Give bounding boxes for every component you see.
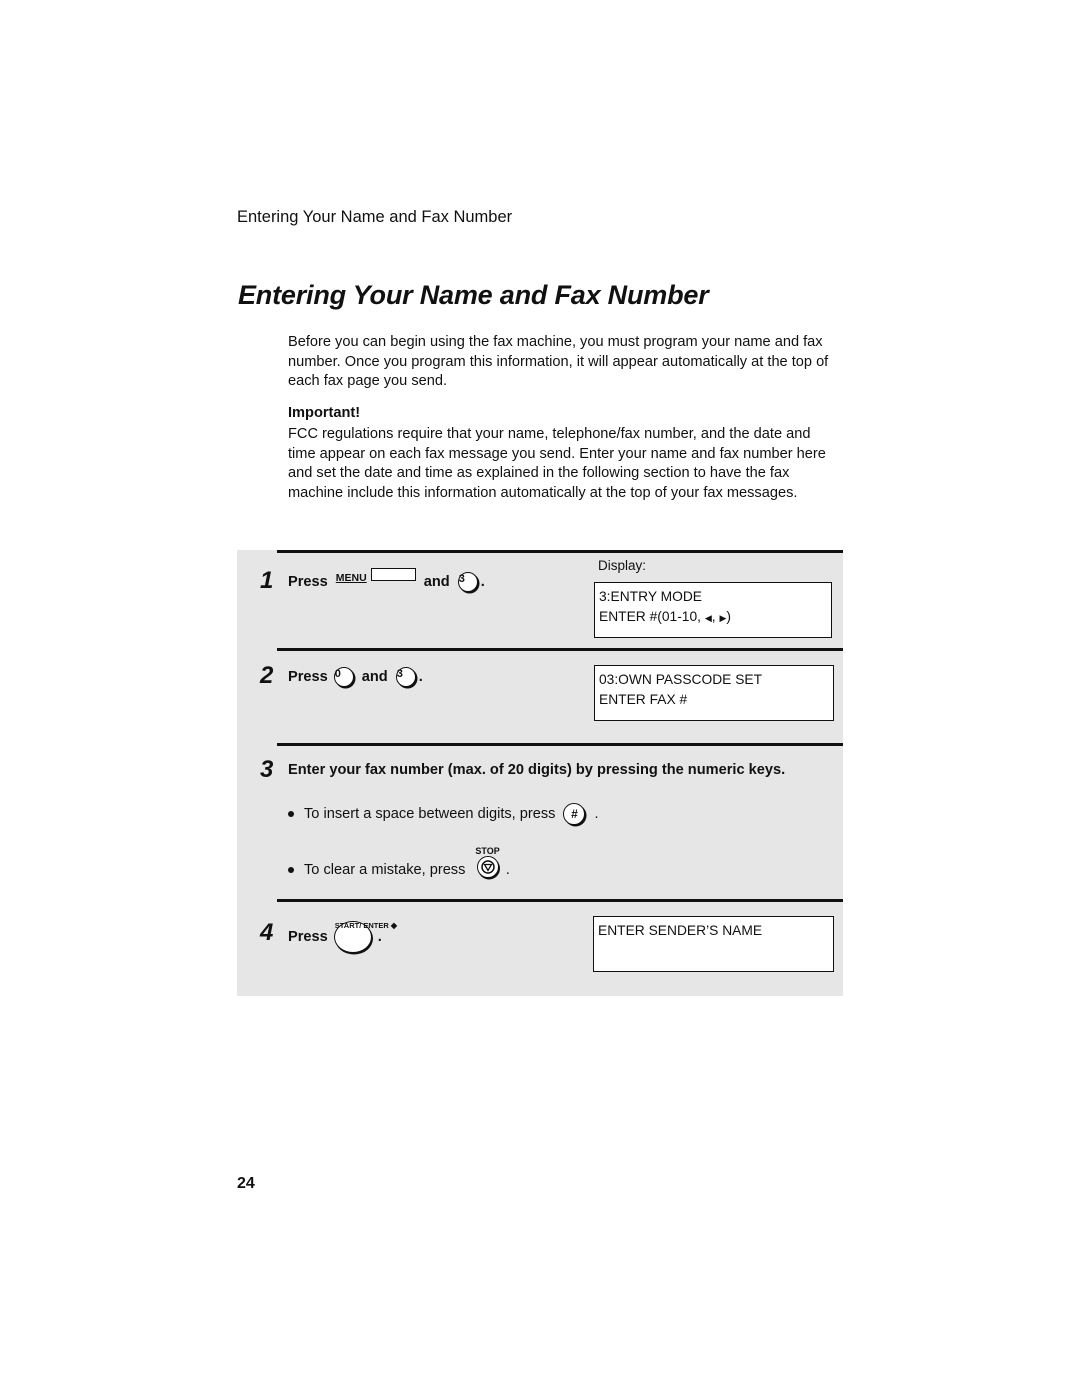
step-text: Press	[288, 669, 328, 685]
step-number: 1	[260, 567, 274, 594]
bullet-clear-mistake: To clear a mistake, press STOP .	[288, 846, 510, 886]
lcd-display-step-4: ENTER SENDER’S NAME	[593, 916, 834, 972]
stop-key-icon: STOP	[475, 846, 500, 878]
bullet-text: To insert a space between digits, press	[304, 806, 556, 822]
hash-key-icon: #	[563, 803, 586, 825]
steps-panel: 1 Press MENU and 3 . Display: 3:ENTRY MO…	[237, 550, 843, 996]
stop-key-label: STOP	[475, 846, 500, 856]
lcd-display-step-2: 03:OWN PASSCODE SET ENTER FAX #	[594, 665, 834, 721]
step-text: and	[361, 669, 388, 685]
stop-key-body	[476, 856, 499, 878]
lcd-line: 03:OWN PASSCODE SET	[599, 672, 763, 687]
lcd-text: )	[726, 609, 731, 624]
lcd-text: ,	[711, 609, 716, 624]
step-divider	[277, 743, 843, 746]
step-text: .	[480, 574, 485, 590]
menu-key-body	[370, 567, 416, 581]
step-divider	[277, 550, 843, 553]
step-number: 2	[260, 662, 274, 689]
lcd-line: ENTER FAX #	[599, 692, 688, 707]
left-arrow-icon: ◀	[704, 613, 712, 623]
start-key-label: START/	[334, 921, 362, 930]
bullet-icon	[288, 811, 294, 817]
step-2-instruction: Press 0 and 3 .	[288, 667, 423, 687]
running-head: Entering Your Name and Fax Number	[237, 208, 513, 226]
bullet-text: To clear a mistake, press	[304, 862, 466, 878]
page-title: Entering Your Name and Fax Number	[238, 280, 709, 310]
step-text: Press	[288, 574, 328, 590]
lcd-line: 3:ENTRY MODE	[599, 589, 702, 604]
step-text: .	[418, 669, 423, 685]
key-0-icon: 0	[333, 667, 354, 687]
start-enter-key-icon: START/ ENTER ◆	[333, 921, 397, 953]
lcd-display-step-1: 3:ENTRY MODE ENTER #(01-10, ◀, ▶)	[594, 582, 832, 638]
key-3-icon: 3	[457, 572, 478, 592]
menu-key-icon: MENU	[335, 567, 416, 585]
step-text: .	[377, 929, 382, 945]
step-text: and	[423, 574, 450, 590]
bullet-icon	[288, 867, 294, 873]
step-divider	[277, 648, 843, 651]
bullet-end: .	[505, 862, 510, 878]
lcd-line: ENTER #(01-10, ◀, ▶)	[599, 607, 827, 628]
key-3-icon: 3	[395, 667, 416, 687]
lcd-text: ENTER #(01-10,	[599, 609, 701, 624]
important-label: Important!	[288, 405, 361, 421]
bullet-end: .	[594, 806, 599, 822]
display-label: Display:	[598, 558, 647, 573]
lcd-line: ENTER SENDER’S NAME	[598, 923, 763, 938]
stop-symbol-icon	[480, 860, 495, 874]
step-number: 3	[260, 756, 274, 783]
step-text: Press	[288, 929, 328, 945]
enter-key-label: ENTER	[363, 921, 389, 930]
intro-paragraph: Before you can begin using the fax machi…	[288, 334, 829, 390]
step-3-instruction: Enter your fax number (max. of 20 digits…	[288, 762, 786, 778]
bullet-insert-space: To insert a space between digits, press …	[288, 803, 599, 825]
diamond-icon: ◆	[390, 921, 398, 930]
step-number: 4	[260, 919, 274, 946]
step-1-instruction: Press MENU and 3 .	[288, 567, 485, 592]
menu-key-label: MENU	[335, 571, 367, 584]
step-divider	[277, 899, 843, 902]
step-4-instruction: Press START/ ENTER ◆ .	[288, 921, 397, 953]
important-paragraph: FCC regulations require that your name, …	[288, 426, 826, 501]
page-number: 24	[237, 1175, 255, 1192]
